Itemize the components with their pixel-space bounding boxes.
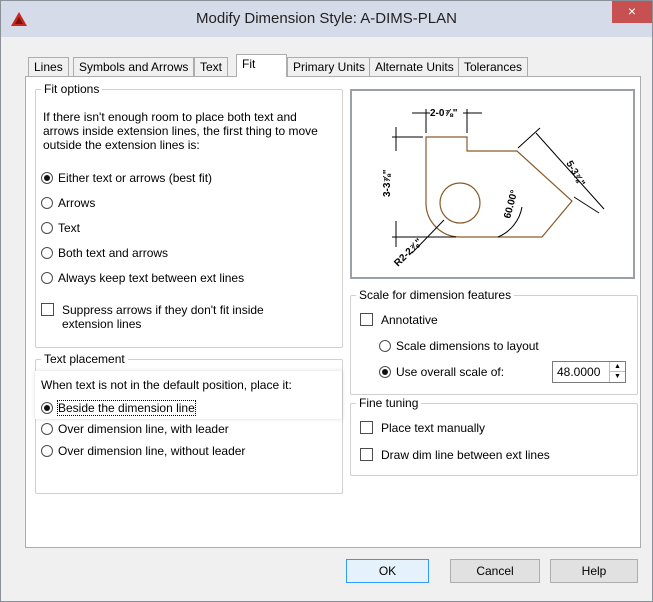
fine-tuning-group: Fine tuning xyxy=(350,396,638,476)
radio-indicator xyxy=(41,197,53,209)
fine-tuning-legend: Fine tuning xyxy=(359,396,419,410)
checkbox-box xyxy=(360,448,373,461)
tab-primary-units[interactable]: Primary Units xyxy=(287,57,372,76)
radio-over-line-with-leader[interactable]: Over dimension line, with leader xyxy=(41,421,229,437)
tab-text[interactable]: Text xyxy=(194,57,229,76)
radio-best-fit[interactable]: Either text or arrows (best fit) xyxy=(41,170,212,186)
radio-scale-to-layout[interactable]: Scale dimensions to layout xyxy=(379,338,539,354)
stepper-up-icon[interactable]: ▲ xyxy=(610,362,625,372)
checkbox-suppress-arrows[interactable]: Suppress arrows if they don't fit inside… xyxy=(41,303,301,331)
radio-arrows[interactable]: Arrows xyxy=(41,195,95,211)
fit-options-legend: Fit options xyxy=(44,82,100,96)
radio-both-text-and-arrows[interactable]: Both text and arrows xyxy=(41,245,168,261)
tab-alternate-units[interactable]: Alternate Units xyxy=(369,57,460,76)
radio-indicator xyxy=(41,247,53,259)
tab-symbols-and-arrows[interactable]: Symbols and Arrows xyxy=(73,57,195,76)
preview-drawing: 2-0⅞" 3-3⅞" 5-3⅞" 60.00° R2-2⅞" xyxy=(382,108,605,270)
radio-text[interactable]: Text xyxy=(41,220,80,236)
radio-beside-dimension-line[interactable]: Beside the dimension line xyxy=(41,400,196,416)
checkbox-box xyxy=(41,303,54,316)
radio-overall-scale[interactable]: Use overall scale of: xyxy=(379,364,504,380)
checkbox-place-text-manually[interactable]: Place text manually xyxy=(360,421,485,435)
text-placement-description: When text is not in the default position… xyxy=(41,378,292,392)
preview-dim-radius: R2-2⅞" xyxy=(392,237,425,270)
radio-always-keep-text[interactable]: Always keep text between ext lines xyxy=(41,270,244,286)
preview-circle xyxy=(439,182,481,224)
radio-indicator xyxy=(41,172,53,184)
overall-scale-stepper[interactable]: 48.0000 ▲ ▼ xyxy=(552,361,626,383)
checkbox-annotative[interactable]: Annotative xyxy=(360,313,438,327)
cancel-button[interactable]: Cancel xyxy=(450,559,540,583)
preview-dim-right: 5-3⅞" xyxy=(563,159,586,189)
dimension-preview: 2-0⅞" 3-3⅞" 5-3⅞" 60.00° R2-2⅞" xyxy=(350,89,635,279)
ok-button[interactable]: OK xyxy=(346,559,429,583)
dialog-window: Modify Dimension Style: A-DIMS-PLAN × Li… xyxy=(0,0,653,602)
preview-dim-angle: 60.00° xyxy=(502,189,520,220)
window-title: Modify Dimension Style: A-DIMS-PLAN xyxy=(196,10,457,27)
radio-indicator xyxy=(379,366,391,378)
radio-over-line-without-leader[interactable]: Over dimension line, without leader xyxy=(41,443,245,459)
radio-indicator xyxy=(41,222,53,234)
radio-indicator xyxy=(41,272,53,284)
preview-dim-top: 2-0⅞" xyxy=(430,108,458,119)
tab-tolerances[interactable]: Tolerances xyxy=(458,57,529,76)
close-button[interactable]: × xyxy=(612,1,652,23)
checkbox-box xyxy=(360,421,373,434)
overall-scale-value[interactable]: 48.0000 xyxy=(557,365,600,379)
text-placement-legend: Text placement xyxy=(44,352,125,366)
tab-lines[interactable]: Lines xyxy=(28,57,69,76)
close-icon: × xyxy=(627,3,637,19)
checkbox-box xyxy=(360,313,373,326)
checkbox-draw-dim-line[interactable]: Draw dim line between ext lines xyxy=(360,448,550,462)
stepper-buttons: ▲ ▼ xyxy=(609,362,625,382)
scale-legend: Scale for dimension features xyxy=(359,288,512,302)
stepper-down-icon[interactable]: ▼ xyxy=(610,372,625,382)
title-bar[interactable]: Modify Dimension Style: A-DIMS-PLAN × xyxy=(1,1,652,37)
radio-indicator xyxy=(41,402,53,414)
radio-indicator xyxy=(41,423,53,435)
preview-dim-left: 3-3⅞" xyxy=(382,169,393,197)
radio-indicator xyxy=(379,340,391,352)
radio-indicator xyxy=(41,445,53,457)
fit-options-description: If there isn't enough room to place both… xyxy=(43,110,318,152)
tab-fit[interactable]: Fit xyxy=(236,54,287,77)
help-button[interactable]: Help xyxy=(550,559,638,583)
